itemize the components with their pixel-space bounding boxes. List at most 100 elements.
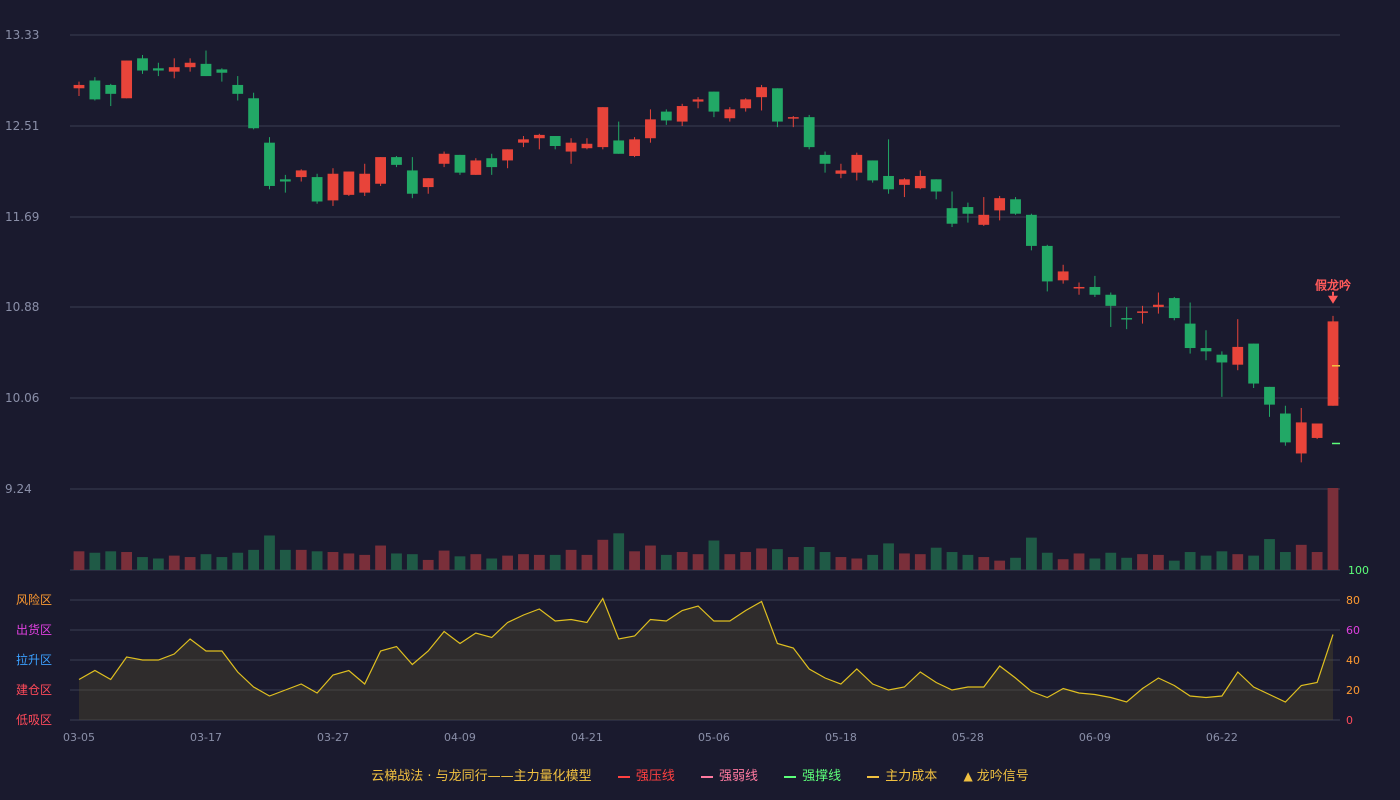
- candle-body: [168, 67, 180, 72]
- indicator-area: [79, 598, 1333, 720]
- candle-body: [438, 153, 450, 164]
- candle-body: [819, 154, 831, 164]
- volume-bar: [1089, 558, 1101, 570]
- indicator-tick-label: 20: [1346, 684, 1360, 697]
- candle-body: [1232, 346, 1244, 365]
- volume-bar: [1216, 551, 1228, 570]
- legend-item-strength-line[interactable]: 强弱线: [700, 765, 758, 784]
- legend-item-main-cost[interactable]: 主力成本: [867, 765, 937, 784]
- candle-body: [311, 177, 323, 202]
- candle-body: [470, 160, 482, 175]
- legend-item-strong-pressure[interactable]: 强压线: [617, 765, 675, 784]
- volume-bar: [1010, 557, 1021, 570]
- candle-body: [1041, 245, 1053, 282]
- candle-body: [883, 175, 894, 190]
- volume-bar: [406, 554, 418, 570]
- stock-chart: 9.24 10.06 10.88 11.69 12.51 13.33 100 假龙吟 0 20 40…: [5, 28, 1369, 744]
- price-tick-label: 13.33: [5, 28, 39, 42]
- volume-bar: [1152, 554, 1164, 570]
- signal-annotation: 假龙吟: [1315, 278, 1351, 293]
- date-tick-label: 05-18: [825, 731, 857, 744]
- volume-bar: [629, 551, 640, 570]
- volume-bar: [105, 551, 117, 570]
- candle-body: [549, 136, 561, 147]
- volume-bar: [1041, 552, 1053, 570]
- volume-bar: [772, 549, 783, 570]
- candle-body: [676, 106, 688, 122]
- volume-bar: [1295, 544, 1307, 570]
- candle-body: [946, 208, 958, 224]
- legend-title: 云梯战法 · 与龙同行——主力量化模型: [371, 769, 592, 784]
- candle-body: [1105, 294, 1117, 306]
- volume-bar: [438, 550, 450, 570]
- volume-bar: [994, 560, 1006, 570]
- volume-axis-label: 100: [1348, 564, 1369, 577]
- candle-body: [978, 214, 990, 225]
- date-tick-label: 05-06: [698, 731, 730, 744]
- candle-body: [502, 149, 513, 161]
- candle-body: [930, 179, 942, 192]
- volume-bar: [391, 553, 402, 570]
- candle-body: [264, 142, 275, 186]
- candle-body: [756, 87, 767, 98]
- zone-label: 出货区: [16, 622, 52, 637]
- candle-body: [899, 179, 910, 185]
- candle-body: [581, 143, 593, 149]
- candle-body: [787, 117, 799, 119]
- candle-body: [1137, 311, 1148, 313]
- date-tick-label: 06-22: [1206, 731, 1238, 744]
- candle-body: [597, 107, 609, 148]
- candle-body: [152, 68, 164, 71]
- candle-body: [660, 111, 672, 121]
- volume-bar: [597, 539, 609, 570]
- candle-body: [232, 84, 244, 94]
- legend-label: 主力成本: [885, 769, 938, 784]
- candle-body: [1121, 318, 1133, 320]
- candle-body: [518, 139, 529, 143]
- legend-swatch-icon: [700, 775, 713, 778]
- candle-body: [962, 207, 974, 214]
- price-tick-label: 11.69: [5, 210, 39, 224]
- volume-bar: [724, 554, 736, 570]
- candle-body: [454, 154, 466, 173]
- candle-body: [740, 99, 752, 109]
- legend-label: 强弱线: [718, 769, 758, 784]
- volume-bar: [692, 554, 704, 570]
- volume-bar: [1026, 537, 1037, 570]
- volume-bar: [708, 540, 720, 570]
- chart-root: 9.24 10.06 10.88 11.69 12.51 13.33 100 假龙吟 0 20 40…: [0, 0, 1400, 800]
- volume-bar: [946, 552, 958, 570]
- legend-item-strong-support[interactable]: 强撑线: [784, 765, 841, 784]
- candle-body: [1010, 199, 1021, 214]
- volume-bar: [184, 557, 196, 570]
- volume-bar: [803, 546, 815, 570]
- candle-body: [1264, 386, 1275, 405]
- volume-bar: [851, 558, 863, 570]
- volume-bar: [470, 554, 482, 570]
- candle-body: [914, 175, 926, 189]
- volume-bar: [914, 554, 926, 570]
- candle-body: [248, 98, 260, 129]
- volume-bar: [168, 555, 180, 570]
- volume-bar: [581, 554, 593, 570]
- candle-body: [391, 157, 402, 165]
- volume-bar: [1073, 553, 1085, 570]
- volume-bar: [152, 558, 164, 570]
- volume-bar: [1200, 555, 1212, 570]
- volume-bar: [248, 549, 260, 570]
- volume-bar: [867, 554, 879, 570]
- date-tick-label: 05-28: [952, 731, 984, 744]
- legend-item-dragon-signal[interactable]: ▲ 龙吟信号: [963, 765, 1028, 784]
- candle-body: [692, 99, 704, 102]
- volume-bar: [327, 552, 339, 570]
- volume-bar: [930, 547, 942, 570]
- candle-body: [200, 63, 212, 77]
- legend: 云梯战法 · 与龙同行——主力量化模型 强压线 强弱线 强撑线 主力成本 ▲ 龙吟…: [0, 765, 1400, 784]
- candle-body: [121, 60, 133, 99]
- price-tick-label: 10.88: [5, 300, 39, 314]
- volume-bar: [660, 554, 672, 570]
- candle-body: [359, 173, 371, 193]
- candle-body: [406, 170, 418, 194]
- volume-bar: [454, 556, 466, 570]
- volume-bar: [121, 552, 133, 570]
